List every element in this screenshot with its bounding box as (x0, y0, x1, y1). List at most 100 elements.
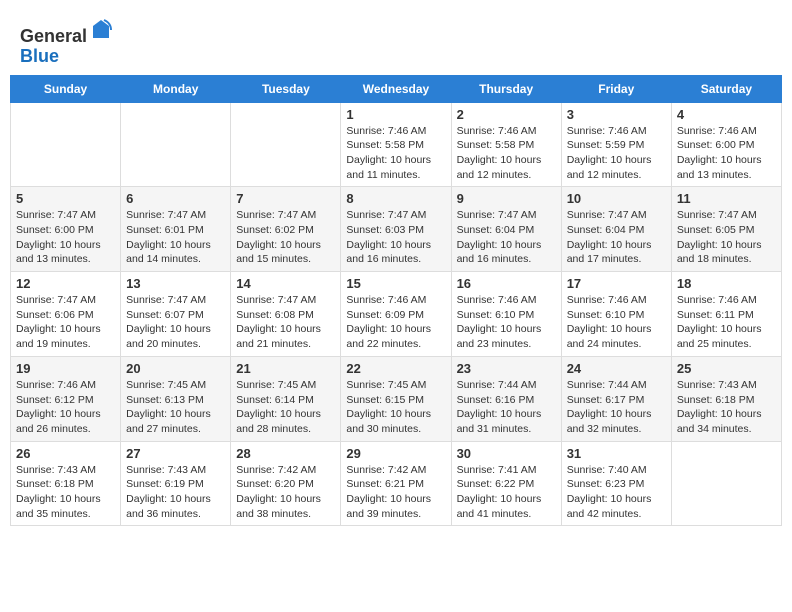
day-number: 1 (346, 107, 445, 122)
day-number: 23 (457, 361, 556, 376)
calendar-cell: 31Sunrise: 7:40 AM Sunset: 6:23 PM Dayli… (561, 441, 671, 526)
day-number: 12 (16, 276, 115, 291)
day-number: 17 (567, 276, 666, 291)
calendar-cell: 7 Sunrise: 7:47 AM Sunset: 6:02 PM Daylig… (231, 187, 341, 272)
calendar-cell: 16 Sunrise: 7:46 AM Sunset: 6:10 PM Dayli… (451, 272, 561, 357)
calendar-cell: 20 Sunrise: 7:45 AM Sunset: 6:13 PM Dayli… (121, 356, 231, 441)
day-info: Sunrise: 7:46 AM Sunset: 6:10 PM Dayligh… (567, 293, 666, 352)
calendar-cell: 26 Sunrise: 7:43 AM Sunset: 6:18 PM Dayli… (11, 441, 121, 526)
weekday-header-sunday: Sunday (11, 75, 121, 102)
day-info: Sunrise: 7:42 AM Sunset: 6:20 PM Dayligh… (236, 463, 335, 522)
day-number: 18 (677, 276, 776, 291)
weekday-header-thursday: Thursday (451, 75, 561, 102)
logo-icon (89, 18, 113, 42)
calendar-cell: 24 Sunrise: 7:44 AM Sunset: 6:17 PM Dayli… (561, 356, 671, 441)
day-number: 8 (346, 191, 445, 206)
day-info: Sunrise: 7:46 AM Sunset: 5:59 PM Dayligh… (567, 124, 666, 183)
calendar-cell: 10 Sunrise: 7:47 AM Sunset: 6:04 PM Dayli… (561, 187, 671, 272)
calendar-cell: 19 Sunrise: 7:46 AM Sunset: 6:12 PM Dayli… (11, 356, 121, 441)
day-info: Sunrise: 7:47 AM Sunset: 6:02 PM Dayligh… (236, 208, 335, 267)
day-info: Sunrise: 7:42 AM Sunset: 6:21 PM Dayligh… (346, 463, 445, 522)
day-number: 11 (677, 191, 776, 206)
calendar-cell: 21 Sunrise: 7:45 AM Sunset: 6:14 PM Dayli… (231, 356, 341, 441)
calendar-cell (11, 102, 121, 187)
calendar-cell: 5 Sunrise: 7:47 AM Sunset: 6:00 PM Daylig… (11, 187, 121, 272)
day-info: Sunrise: 7:43 AM Sunset: 6:18 PM Dayligh… (677, 378, 776, 437)
weekday-header-monday: Monday (121, 75, 231, 102)
day-number: 21 (236, 361, 335, 376)
day-info: Sunrise: 7:46 AM Sunset: 6:12 PM Dayligh… (16, 378, 115, 437)
day-number: 15 (346, 276, 445, 291)
calendar-cell: 22 Sunrise: 7:45 AM Sunset: 6:15 PM Dayli… (341, 356, 451, 441)
calendar-cell (671, 441, 781, 526)
day-number: 19 (16, 361, 115, 376)
calendar-cell: 8 Sunrise: 7:47 AM Sunset: 6:03 PM Daylig… (341, 187, 451, 272)
page-header: General Blue (10, 10, 782, 75)
day-number: 2 (457, 107, 556, 122)
calendar-cell (231, 102, 341, 187)
day-info: Sunrise: 7:44 AM Sunset: 6:17 PM Dayligh… (567, 378, 666, 437)
calendar-cell: 9Sunrise: 7:47 AM Sunset: 6:04 PM Daylig… (451, 187, 561, 272)
day-number: 16 (457, 276, 556, 291)
day-info: Sunrise: 7:45 AM Sunset: 6:14 PM Dayligh… (236, 378, 335, 437)
day-number: 30 (457, 446, 556, 461)
day-info: Sunrise: 7:45 AM Sunset: 6:15 PM Dayligh… (346, 378, 445, 437)
day-number: 6 (126, 191, 225, 206)
calendar-cell: 13Sunrise: 7:47 AM Sunset: 6:07 PM Dayli… (121, 272, 231, 357)
day-info: Sunrise: 7:47 AM Sunset: 6:01 PM Dayligh… (126, 208, 225, 267)
day-number: 14 (236, 276, 335, 291)
day-number: 13 (126, 276, 225, 291)
day-number: 28 (236, 446, 335, 461)
day-info: Sunrise: 7:46 AM Sunset: 5:58 PM Dayligh… (346, 124, 445, 183)
day-info: Sunrise: 7:45 AM Sunset: 6:13 PM Dayligh… (126, 378, 225, 437)
calendar-cell: 17 Sunrise: 7:46 AM Sunset: 6:10 PM Dayli… (561, 272, 671, 357)
day-info: Sunrise: 7:46 AM Sunset: 6:00 PM Dayligh… (677, 124, 776, 183)
day-info: Sunrise: 7:47 AM Sunset: 6:05 PM Dayligh… (677, 208, 776, 267)
day-number: 29 (346, 446, 445, 461)
day-info: Sunrise: 7:47 AM Sunset: 6:00 PM Dayligh… (16, 208, 115, 267)
day-info: Sunrise: 7:46 AM Sunset: 6:09 PM Dayligh… (346, 293, 445, 352)
day-number: 26 (16, 446, 115, 461)
day-info: Sunrise: 7:47 AM Sunset: 6:03 PM Dayligh… (346, 208, 445, 267)
day-info: Sunrise: 7:47 AM Sunset: 6:08 PM Dayligh… (236, 293, 335, 352)
calendar-cell: 11 Sunrise: 7:47 AM Sunset: 6:05 PM Dayli… (671, 187, 781, 272)
day-number: 20 (126, 361, 225, 376)
calendar-cell: 3Sunrise: 7:46 AM Sunset: 5:59 PM Daylig… (561, 102, 671, 187)
logo-blue: Blue (20, 46, 59, 66)
day-info: Sunrise: 7:41 AM Sunset: 6:22 PM Dayligh… (457, 463, 556, 522)
calendar-cell: 30 Sunrise: 7:41 AM Sunset: 6:22 PM Dayli… (451, 441, 561, 526)
day-info: Sunrise: 7:46 AM Sunset: 6:10 PM Dayligh… (457, 293, 556, 352)
logo-general: General (20, 26, 87, 46)
day-number: 22 (346, 361, 445, 376)
day-info: Sunrise: 7:47 AM Sunset: 6:04 PM Dayligh… (457, 208, 556, 267)
calendar-cell: 23 Sunrise: 7:44 AM Sunset: 6:16 PM Dayli… (451, 356, 561, 441)
day-number: 10 (567, 191, 666, 206)
day-number: 5 (16, 191, 115, 206)
calendar-cell: 6 Sunrise: 7:47 AM Sunset: 6:01 PM Daylig… (121, 187, 231, 272)
day-number: 31 (567, 446, 666, 461)
weekday-header-tuesday: Tuesday (231, 75, 341, 102)
calendar-cell (121, 102, 231, 187)
day-info: Sunrise: 7:47 AM Sunset: 6:06 PM Dayligh… (16, 293, 115, 352)
day-info: Sunrise: 7:46 AM Sunset: 6:11 PM Dayligh… (677, 293, 776, 352)
weekday-header-friday: Friday (561, 75, 671, 102)
day-number: 24 (567, 361, 666, 376)
weekday-header-saturday: Saturday (671, 75, 781, 102)
day-number: 25 (677, 361, 776, 376)
day-info: Sunrise: 7:44 AM Sunset: 6:16 PM Dayligh… (457, 378, 556, 437)
day-info: Sunrise: 7:43 AM Sunset: 6:18 PM Dayligh… (16, 463, 115, 522)
calendar-cell: 29 Sunrise: 7:42 AM Sunset: 6:21 PM Dayli… (341, 441, 451, 526)
day-info: Sunrise: 7:43 AM Sunset: 6:19 PM Dayligh… (126, 463, 225, 522)
calendar-table: SundayMondayTuesdayWednesdayThursdayFrid… (10, 75, 782, 527)
calendar-cell: 28 Sunrise: 7:42 AM Sunset: 6:20 PM Dayli… (231, 441, 341, 526)
calendar-cell: 15 Sunrise: 7:46 AM Sunset: 6:09 PM Dayli… (341, 272, 451, 357)
day-number: 4 (677, 107, 776, 122)
calendar-cell: 18 Sunrise: 7:46 AM Sunset: 6:11 PM Dayli… (671, 272, 781, 357)
calendar-cell: 25 Sunrise: 7:43 AM Sunset: 6:18 PM Dayli… (671, 356, 781, 441)
logo: General Blue (20, 18, 113, 67)
calendar-cell: 2Sunrise: 7:46 AM Sunset: 5:58 PM Daylig… (451, 102, 561, 187)
day-number: 7 (236, 191, 335, 206)
calendar-cell: 4 Sunrise: 7:46 AM Sunset: 6:00 PM Daylig… (671, 102, 781, 187)
calendar-cell: 12 Sunrise: 7:47 AM Sunset: 6:06 PM Dayli… (11, 272, 121, 357)
day-info: Sunrise: 7:47 AM Sunset: 6:04 PM Dayligh… (567, 208, 666, 267)
